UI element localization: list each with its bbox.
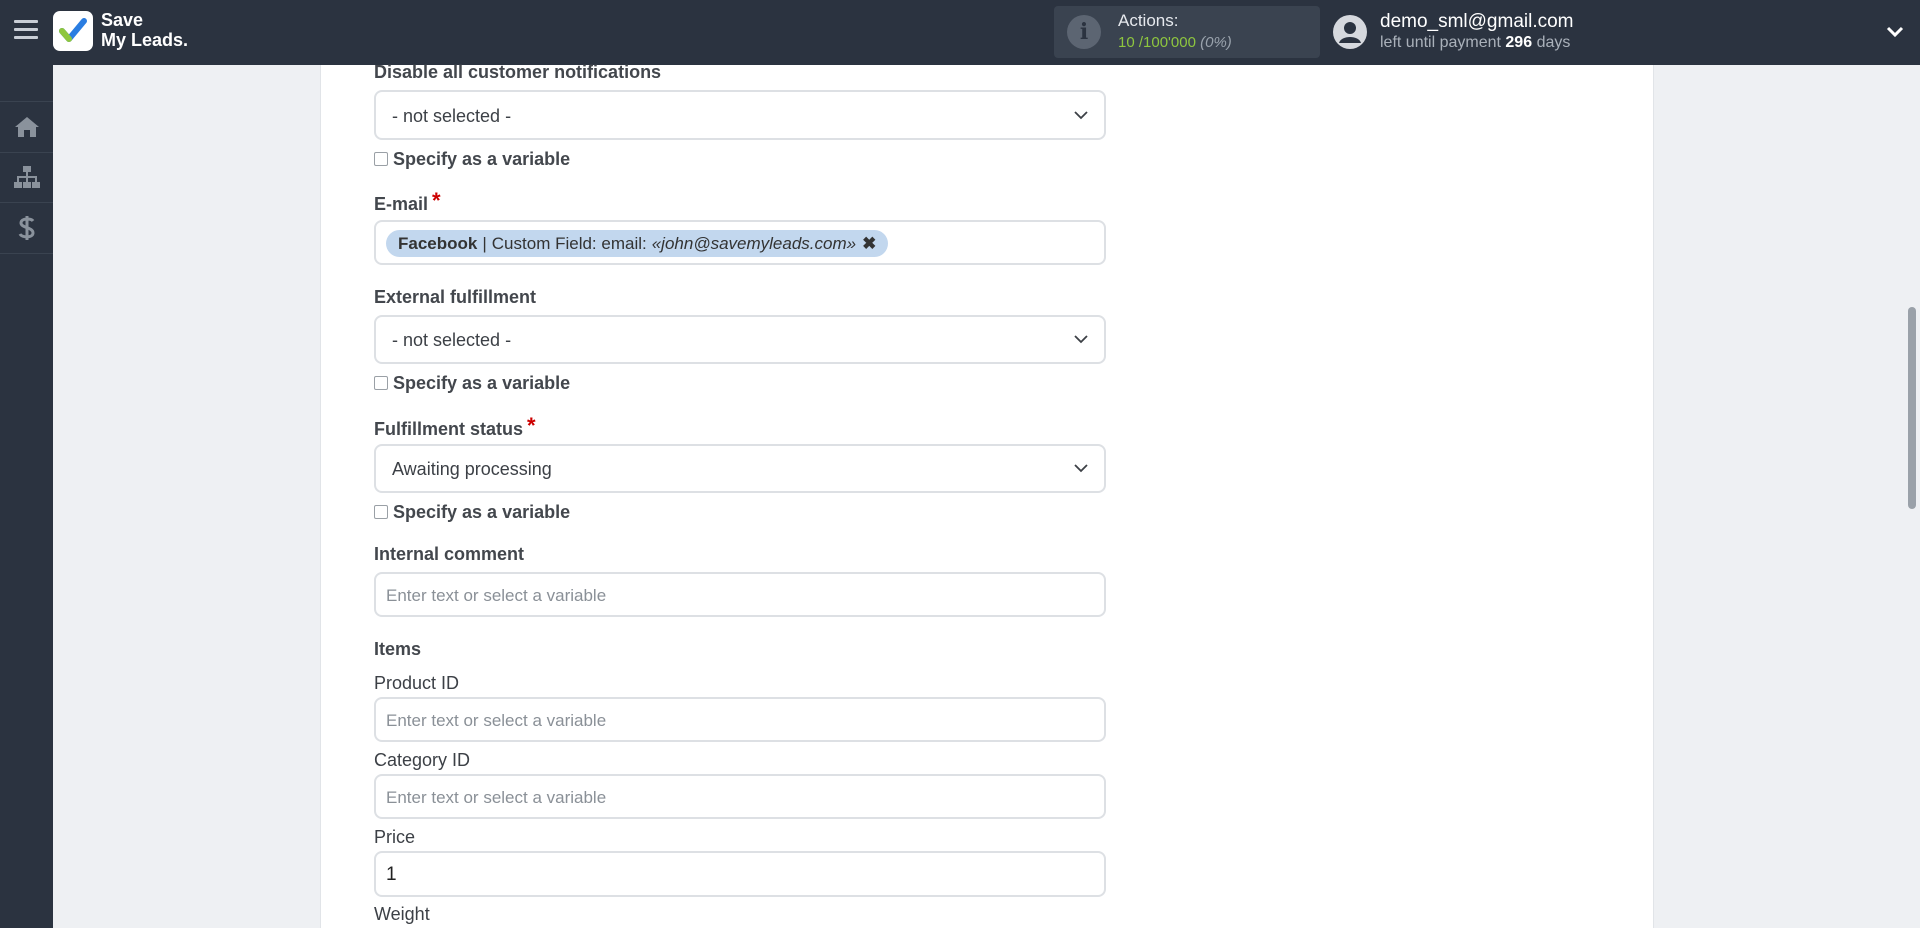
actions-label: Actions: bbox=[1118, 11, 1179, 30]
sidebar-item-connections[interactable] bbox=[0, 152, 53, 203]
scrollbar-thumb[interactable] bbox=[1908, 307, 1916, 509]
email-label-text: E-mail bbox=[374, 194, 429, 214]
home-icon bbox=[14, 117, 39, 137]
external-fulfillment-select[interactable]: - not selected - bbox=[374, 315, 1106, 364]
payment-days: 296 bbox=[1505, 34, 1533, 51]
product-id-placeholder: Enter text or select a variable bbox=[386, 711, 607, 730]
disable-notifications-value: - not selected - bbox=[392, 106, 512, 126]
external-fulfillment-label: External fulfillment bbox=[374, 287, 537, 307]
actions-total: /100'000 bbox=[1138, 34, 1196, 51]
disable-notifications-variable-checkbox[interactable]: Specify as a variable bbox=[374, 149, 570, 169]
required-mark: * bbox=[527, 413, 536, 438]
fulfillment-status-select[interactable]: Awaiting processing bbox=[374, 444, 1106, 493]
top-bar: Save My Leads. i Actions: 10 /100'000 (0… bbox=[0, 0, 1920, 65]
actions-used: 10 bbox=[1118, 34, 1135, 51]
price-value: 1 bbox=[386, 864, 397, 885]
external-fulfillment-variable-checkbox[interactable]: Specify as a variable bbox=[374, 373, 570, 393]
checkbox[interactable] bbox=[374, 505, 388, 519]
info-icon: i bbox=[1067, 15, 1101, 49]
payment-info: left until payment 296 days bbox=[1380, 34, 1570, 52]
checkbox-label: Specify as a variable bbox=[393, 372, 571, 393]
user-avatar-icon[interactable] bbox=[1332, 14, 1368, 50]
sitemap-icon bbox=[13, 166, 40, 188]
dollar-icon bbox=[18, 216, 35, 240]
tag-source: Facebook bbox=[398, 233, 478, 253]
checkbox[interactable] bbox=[374, 152, 388, 166]
actions-percent: (0%) bbox=[1200, 34, 1232, 51]
actions-count: 10 /100'000 (0%) bbox=[1118, 34, 1232, 51]
disable-notifications-label: Disable all customer notifications bbox=[374, 62, 662, 82]
chevron-down-icon bbox=[1074, 111, 1088, 120]
checkbox-label: Specify as a variable bbox=[393, 501, 571, 522]
internal-comment-input[interactable]: Enter text or select a variable bbox=[374, 572, 1106, 617]
chevron-down-icon[interactable] bbox=[1884, 20, 1906, 42]
payment-prefix: left until payment bbox=[1380, 34, 1501, 51]
remove-tag-icon[interactable]: ✖ bbox=[862, 234, 876, 254]
category-id-placeholder: Enter text or select a variable bbox=[386, 788, 607, 807]
chevron-down-icon bbox=[1074, 464, 1088, 473]
checkbox[interactable] bbox=[374, 376, 388, 390]
actions-panel: i Actions: 10 /100'000 (0%) bbox=[1054, 6, 1320, 58]
required-mark: * bbox=[432, 188, 441, 213]
price-input[interactable]: 1 bbox=[374, 851, 1106, 897]
logo-icon[interactable] bbox=[53, 11, 93, 51]
price-label: Price bbox=[374, 827, 416, 847]
fulfillment-status-value: Awaiting processing bbox=[392, 459, 552, 479]
chevron-down-icon bbox=[1074, 335, 1088, 344]
fulfillment-status-label: Fulfillment status * bbox=[374, 413, 536, 441]
email-label: E-mail * bbox=[374, 188, 441, 216]
internal-comment-label: Internal comment bbox=[374, 544, 525, 564]
category-id-label: Category ID bbox=[374, 750, 471, 770]
sidebar-item-home[interactable] bbox=[0, 101, 53, 153]
checkbox-label: Specify as a variable bbox=[393, 148, 571, 169]
variable-tag[interactable]: Facebook | Custom Field: email: «john@sa… bbox=[386, 230, 889, 257]
external-fulfillment-value: - not selected - bbox=[392, 330, 512, 350]
internal-comment-placeholder: Enter text or select a variable bbox=[386, 586, 607, 605]
product-id-input[interactable]: Enter text or select a variable bbox=[374, 697, 1106, 742]
payment-suffix: days bbox=[1536, 34, 1571, 51]
user-email[interactable]: demo_sml@gmail.com bbox=[1380, 11, 1574, 33]
fulfillment-status-label-text: Fulfillment status bbox=[374, 419, 524, 439]
weight-label: Weight bbox=[374, 904, 430, 924]
tag-field: Custom Field: email: bbox=[491, 233, 647, 253]
email-field[interactable]: Facebook | Custom Field: email: «john@sa… bbox=[374, 220, 1106, 265]
product-id-label: Product ID bbox=[374, 673, 460, 693]
tag-value: «john@savemyleads.com» bbox=[651, 233, 857, 253]
category-id-input[interactable]: Enter text or select a variable bbox=[374, 774, 1106, 819]
sidebar-item-billing[interactable] bbox=[0, 203, 53, 254]
tag-separator: | bbox=[482, 233, 487, 253]
menu-icon[interactable] bbox=[14, 20, 38, 40]
items-heading: Items bbox=[374, 639, 422, 659]
fulfillment-status-variable-checkbox[interactable]: Specify as a variable bbox=[374, 502, 570, 522]
disable-notifications-select[interactable]: - not selected - bbox=[374, 90, 1106, 140]
sidebar bbox=[0, 65, 53, 928]
logo-text: Save My Leads. bbox=[101, 10, 189, 50]
